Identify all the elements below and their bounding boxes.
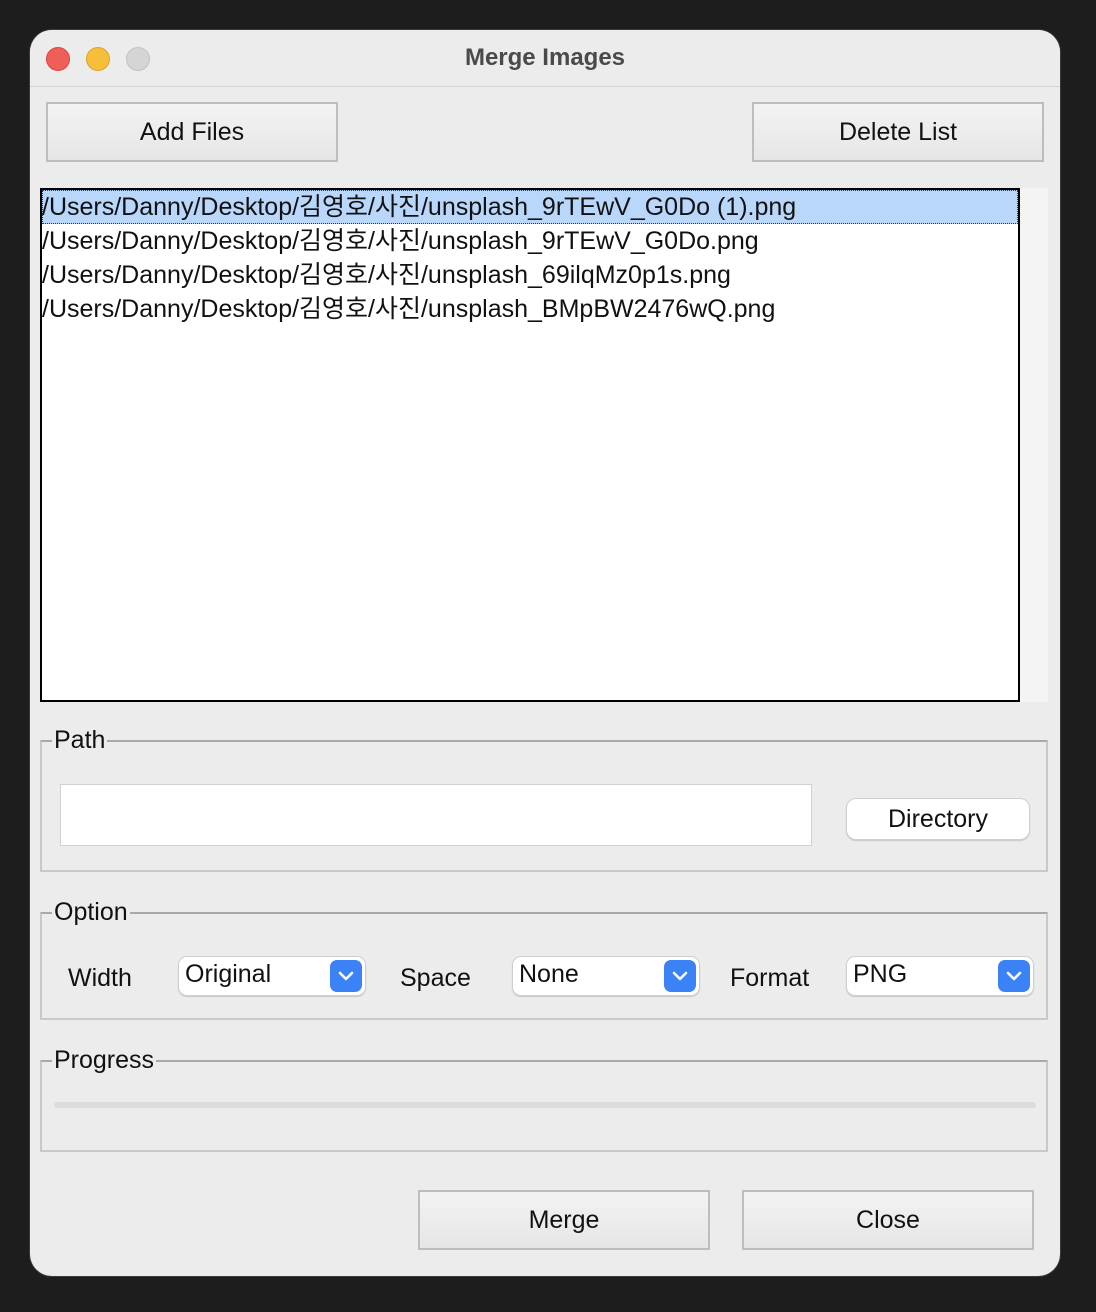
directory-button[interactable]: Directory (846, 798, 1030, 840)
merge-images-window: Merge Images Add Files Delete List /User… (30, 30, 1060, 1276)
space-select[interactable]: None (512, 956, 700, 996)
progress-group: Progress (40, 1046, 1048, 1152)
option-group: Option Width Original Space None Format … (40, 898, 1048, 1020)
window-title: Merge Images (464, 44, 626, 71)
chevron-down-icon (330, 960, 362, 992)
path-group: Path Directory (40, 726, 1048, 872)
width-label: Width (68, 964, 132, 992)
file-list[interactable]: /Users/Danny/Desktop/김영호/사진/unsplash_9rT… (40, 188, 1020, 702)
path-group-label: Path (52, 726, 108, 755)
path-input[interactable] (60, 784, 812, 846)
list-item[interactable]: /Users/Danny/Desktop/김영호/사진/unsplash_9rT… (42, 224, 1018, 258)
list-item[interactable]: /Users/Danny/Desktop/김영호/사진/unsplash_69i… (42, 258, 1018, 292)
add-files-button[interactable]: Add Files (46, 102, 338, 162)
space-select-value: None (519, 960, 579, 988)
progress-bar (54, 1102, 1036, 1108)
list-item[interactable]: /Users/Danny/Desktop/김영호/사진/unsplash_BMp… (42, 292, 1018, 326)
file-list-scrollbar[interactable] (1020, 188, 1048, 702)
list-item[interactable]: /Users/Danny/Desktop/김영호/사진/unsplash_9rT… (42, 190, 1018, 224)
format-label: Format (730, 964, 810, 992)
close-button[interactable]: Close (742, 1190, 1034, 1250)
title-bar[interactable]: Merge Images (30, 30, 1060, 87)
option-group-label: Option (52, 898, 130, 927)
merge-button[interactable]: Merge (418, 1190, 710, 1250)
format-select[interactable]: PNG (846, 956, 1034, 996)
delete-list-button[interactable]: Delete List (752, 102, 1044, 162)
chevron-down-icon (664, 960, 696, 992)
format-select-value: PNG (853, 960, 908, 988)
space-label: Space (400, 964, 471, 992)
progress-group-label: Progress (52, 1046, 157, 1075)
width-select-value: Original (185, 960, 272, 988)
chevron-down-icon (998, 960, 1030, 992)
width-select[interactable]: Original (178, 956, 366, 996)
